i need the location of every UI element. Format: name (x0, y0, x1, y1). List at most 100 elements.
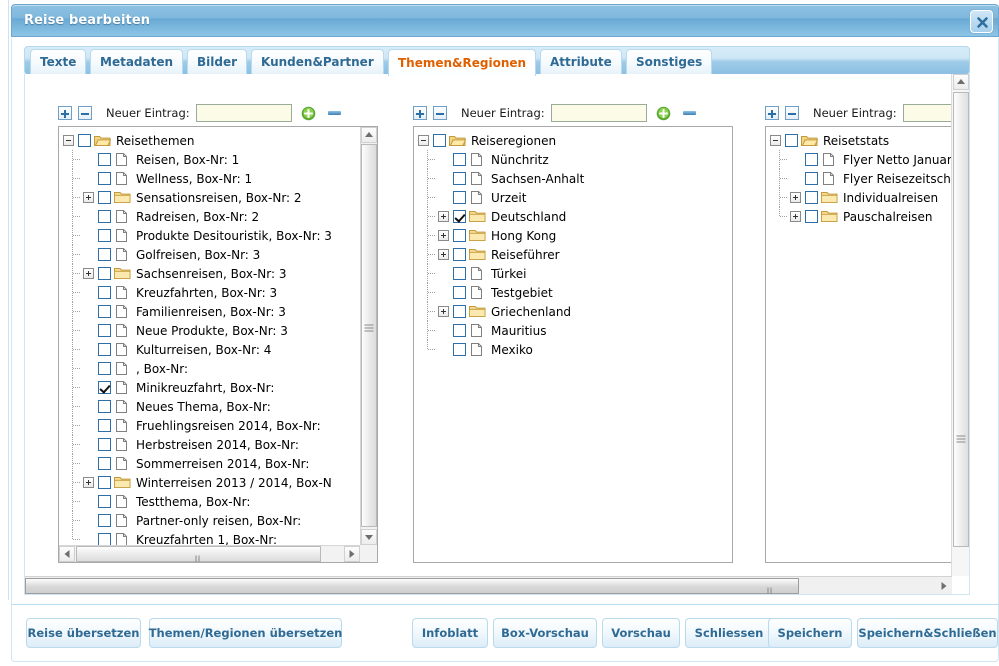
tree-node-checkbox[interactable] (98, 476, 111, 489)
tree-node[interactable]: Individualreisen (770, 188, 969, 207)
expand-node-icon[interactable] (438, 306, 449, 317)
add-circle-icon[interactable] (656, 106, 671, 121)
remove-icon[interactable] (327, 111, 341, 115)
tree-horizontal-scrollbar[interactable] (59, 545, 377, 562)
panel-horizontal-scrollbar[interactable] (25, 576, 952, 594)
tree-node-checkbox[interactable] (98, 457, 111, 470)
tree-node-checkbox[interactable] (453, 286, 466, 299)
tree-hscroll-right-arrow[interactable] (344, 546, 360, 562)
tree-node-checkbox[interactable] (98, 419, 111, 432)
expand-node-icon[interactable] (438, 249, 449, 260)
tree-node[interactable]: Sachsenreisen, Box-Nr: 3 (63, 264, 332, 283)
collapse-all-button[interactable] (785, 106, 799, 120)
tree-node[interactable]: Reisethemen (63, 131, 332, 150)
tab-themen-regionen[interactable]: Themen&Regionen (388, 49, 537, 76)
tree-node-checkbox[interactable] (453, 324, 466, 337)
tree-node-checkbox[interactable] (453, 210, 466, 223)
tree-node-checkbox[interactable] (98, 229, 111, 242)
tree-node[interactable]: Minikreuzfahrt, Box-Nr: (63, 378, 332, 397)
tree-node-checkbox[interactable] (433, 134, 446, 147)
expand-node-icon[interactable] (83, 477, 94, 488)
tree-node-checkbox[interactable] (98, 324, 111, 337)
panel-vscroll-thumb[interactable] (953, 92, 969, 547)
tree-hscroll-thumb[interactable] (76, 546, 321, 562)
tree-node[interactable]: Kulturreisen, Box-Nr: 4 (63, 340, 332, 359)
button-schliessen[interactable]: Schliessen (685, 618, 773, 648)
collapse-all-button[interactable] (78, 106, 92, 120)
tree-node-checkbox[interactable] (98, 400, 111, 413)
expand-node-icon[interactable] (438, 230, 449, 241)
new-entry-input[interactable] (550, 104, 647, 122)
tree-node[interactable]: Testthema, Box-Nr: (63, 492, 332, 511)
tree-node-checkbox[interactable] (98, 495, 111, 508)
tree-node[interactable]: Griechenland (418, 302, 584, 321)
tab-sonstiges[interactable]: Sonstiges (626, 49, 713, 74)
tree-node-checkbox[interactable] (453, 343, 466, 356)
remove-icon[interactable] (682, 111, 696, 115)
tab-bilder[interactable]: Bilder (187, 49, 248, 74)
tree-node[interactable]: Deutschland (418, 207, 584, 226)
button-infoblatt[interactable]: Infoblatt (412, 618, 488, 648)
collapse-node-icon[interactable] (418, 135, 429, 146)
add-circle-icon[interactable] (301, 106, 316, 121)
tree-node-checkbox[interactable] (98, 514, 111, 527)
tree-node-checkbox[interactable] (98, 210, 111, 223)
tree-node-checkbox[interactable] (98, 191, 111, 204)
tree-node[interactable]: Sensationsreisen, Box-Nr: 2 (63, 188, 332, 207)
tree-node-checkbox[interactable] (805, 172, 818, 185)
tree-node-checkbox[interactable] (98, 343, 111, 356)
tree-node[interactable]: Pauschalreisen (770, 207, 969, 226)
tree-node-checkbox[interactable] (453, 248, 466, 261)
panel-vertical-scrollbar[interactable] (951, 74, 969, 576)
tree-node[interactable]: Nünchritz (418, 150, 584, 169)
tree-node[interactable]: Reisetstats (770, 131, 969, 150)
tree-node[interactable]: Türkei (418, 264, 584, 283)
tree-node[interactable]: Fruehlingsreisen 2014, Box-Nr: (63, 416, 332, 435)
tree-node[interactable]: Herbstreisen 2014, Box-Nr: (63, 435, 332, 454)
tree-node-checkbox[interactable] (785, 134, 798, 147)
tree-node[interactable]: Flyer Netto Januar (770, 150, 969, 169)
tree-node[interactable]: Mexiko (418, 340, 584, 359)
tree-node-checkbox[interactable] (453, 229, 466, 242)
tree-node[interactable]: Mauritius (418, 321, 584, 340)
tab-kunden-partner[interactable]: Kunden&Partner (251, 49, 384, 74)
tree-node[interactable]: Urzeit (418, 188, 584, 207)
tree-node-checkbox[interactable] (453, 153, 466, 166)
tree-node-checkbox[interactable] (98, 248, 111, 261)
button-themen-regionen-übersetzen[interactable]: Themen/Regionen übersetzen (149, 618, 342, 648)
tree-node-checkbox[interactable] (805, 210, 818, 223)
tab-attribute[interactable]: Attribute (540, 49, 622, 74)
button-speichern[interactable]: Speichern (768, 618, 852, 648)
expand-node-icon[interactable] (790, 192, 801, 203)
tree-node[interactable]: Reiseführer (418, 245, 584, 264)
expand-node-icon[interactable] (83, 268, 94, 279)
expand-node-icon[interactable] (790, 211, 801, 222)
tree-node[interactable]: Partner-only reisen, Box-Nr: (63, 511, 332, 530)
tree-node[interactable]: Produkte Desitouristik, Box-Nr: 3 (63, 226, 332, 245)
tree-node[interactable]: Wellness, Box-Nr: 1 (63, 169, 332, 188)
tree-node[interactable]: Sachsen-Anhalt (418, 169, 584, 188)
collapse-node-icon[interactable] (63, 135, 74, 146)
tree-node-checkbox[interactable] (98, 286, 111, 299)
expand-all-button[interactable] (58, 106, 72, 120)
collapse-all-button[interactable] (433, 106, 447, 120)
tree-node[interactable]: Kreuzfahrten, Box-Nr: 3 (63, 283, 332, 302)
expand-node-icon[interactable] (83, 192, 94, 203)
panel-vscroll-up-arrow[interactable] (953, 74, 969, 90)
tree-node[interactable]: Hong Kong (418, 226, 584, 245)
tree-node[interactable]: Radreisen, Box-Nr: 2 (63, 207, 332, 226)
new-entry-input[interactable] (195, 104, 292, 122)
tree-node-checkbox[interactable] (98, 362, 111, 375)
panel-hscroll-thumb[interactable] (25, 578, 799, 594)
tree-node[interactable]: Familienreisen, Box-Nr: 3 (63, 302, 332, 321)
tree-node[interactable]: Reiseregionen (418, 131, 584, 150)
tree-node-checkbox[interactable] (453, 191, 466, 204)
expand-node-icon[interactable] (438, 211, 449, 222)
close-button[interactable] (970, 10, 993, 33)
button-box-vorschau[interactable]: Box-Vorschau (493, 618, 597, 648)
expand-all-button[interactable] (765, 106, 779, 120)
tree-node-checkbox[interactable] (98, 267, 111, 280)
tree-node[interactable]: Winterreisen 2013 / 2014, Box-N (63, 473, 332, 492)
tree-node-checkbox[interactable] (98, 381, 111, 394)
panel-hscroll-right-arrow[interactable] (938, 580, 950, 592)
